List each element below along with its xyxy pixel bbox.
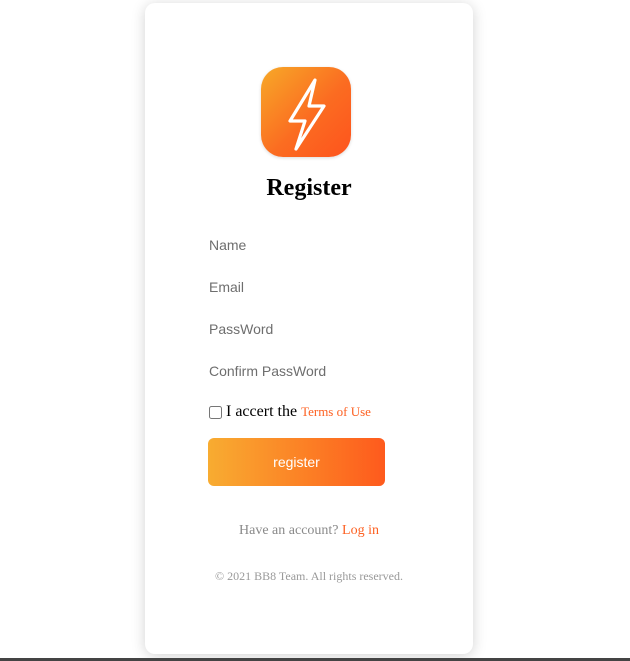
- email-field[interactable]: [207, 275, 409, 299]
- password-field[interactable]: [207, 317, 409, 341]
- lightning-bolt-icon: [288, 78, 326, 151]
- page-title: Register: [266, 175, 352, 201]
- terms-of-use-link[interactable]: Terms of Use: [301, 404, 371, 420]
- terms-checkbox[interactable]: [209, 405, 222, 419]
- terms-row: I accert the Terms of Use: [209, 403, 371, 421]
- register-card: Register I accert the Terms of Use regis…: [145, 3, 473, 654]
- login-link[interactable]: Log in: [342, 523, 379, 538]
- register-button[interactable]: register: [208, 438, 385, 486]
- app-logo: [261, 67, 351, 157]
- copyright-text: © 2021 BB8 Team. All rights reserved.: [214, 569, 404, 583]
- terms-label: I accert the: [226, 403, 298, 420]
- login-prompt: Have an account? Log in: [145, 523, 473, 539]
- account-prompt-text: Have an account?: [239, 523, 339, 538]
- name-field[interactable]: [207, 233, 409, 257]
- confirm-password-field[interactable]: [207, 359, 409, 383]
